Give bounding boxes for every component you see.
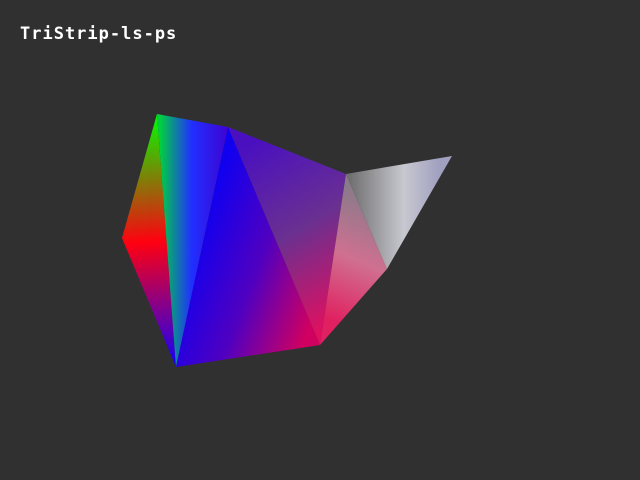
triangle-strip-render	[122, 114, 452, 367]
render-viewport: TriStrip-ls-ps	[0, 0, 640, 480]
